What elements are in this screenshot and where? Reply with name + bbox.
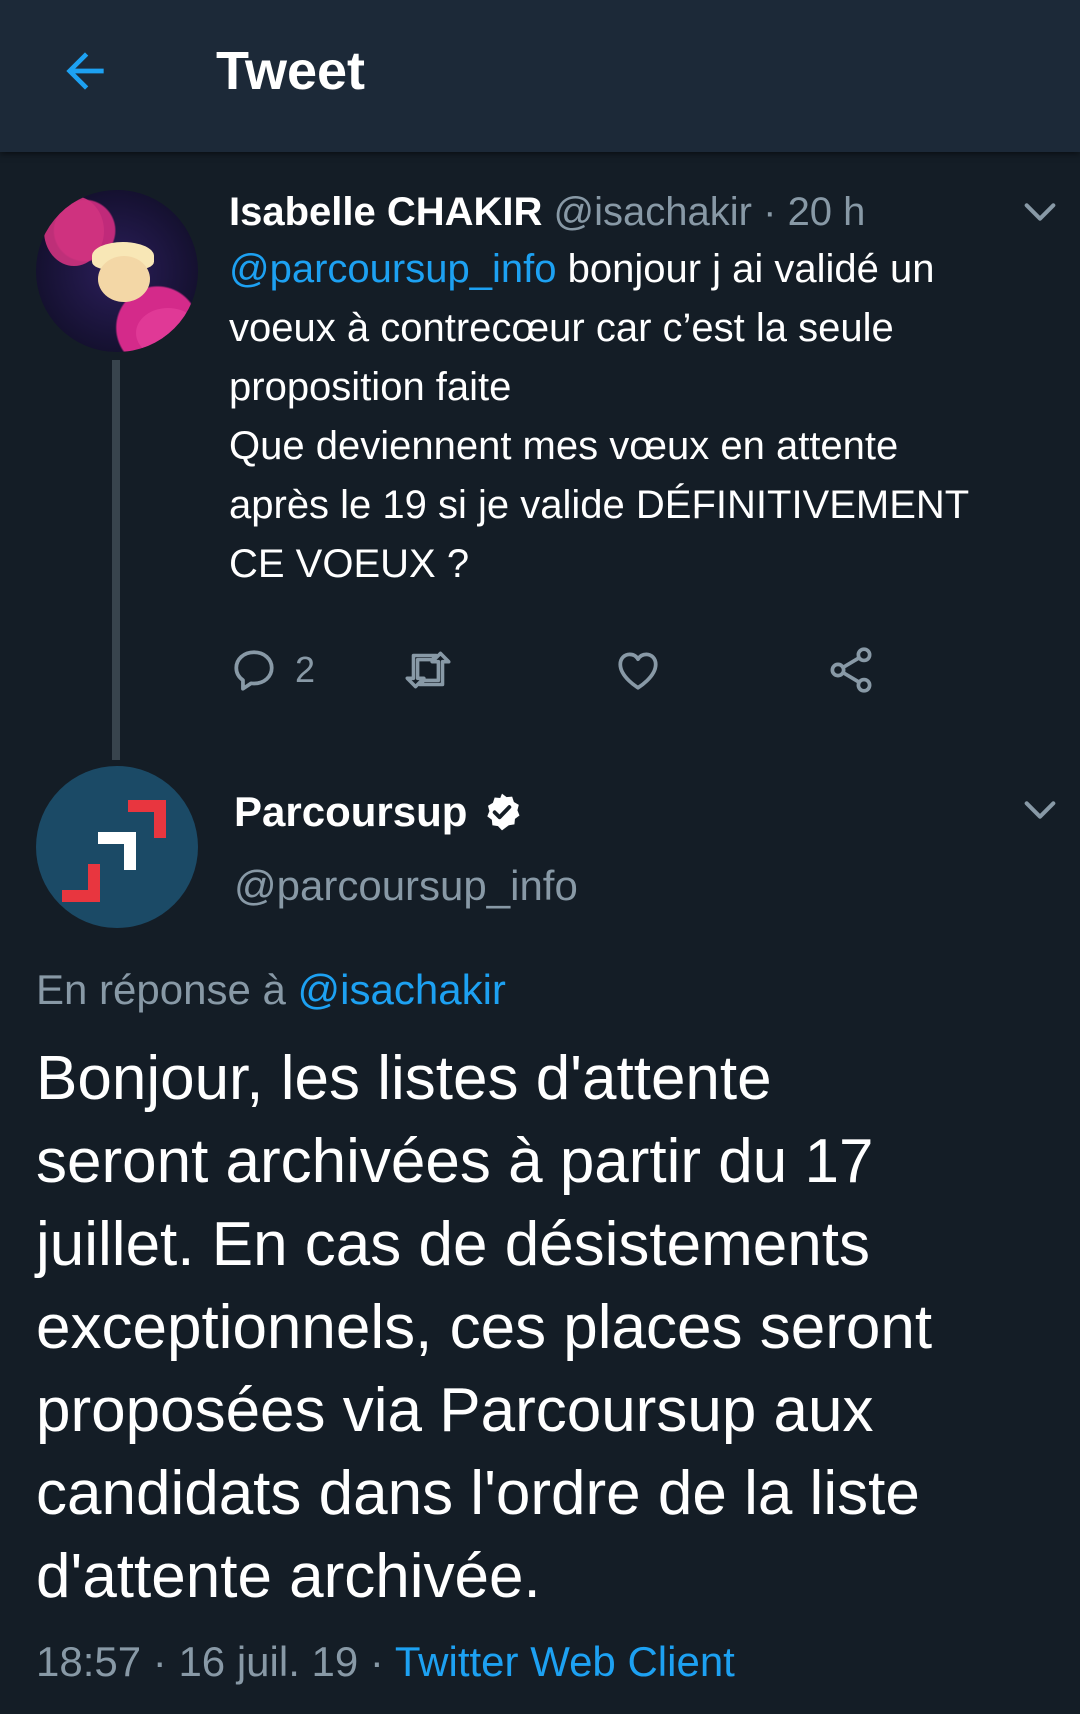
- tweet-time: 18:57: [36, 1638, 142, 1685]
- chevron-down-icon: [1024, 801, 1056, 819]
- reply-prefix: En réponse à: [36, 966, 286, 1013]
- share-icon: [830, 647, 872, 693]
- tweet-text-line: juillet. En cas de désistements: [36, 1210, 870, 1279]
- tweet-actions: 2: [229, 640, 949, 700]
- separator: ·: [152, 1638, 167, 1685]
- tweet-text-line: proposition faite: [229, 365, 512, 409]
- reply-handle-link[interactable]: @isachakir: [298, 966, 506, 1013]
- tweet-text-line: exceptionnels, ces places seront: [36, 1293, 933, 1362]
- tweet-date: 16 juil. 19: [178, 1638, 359, 1685]
- tweet-text-line: seront archivées à partir du 17: [36, 1127, 874, 1196]
- parcoursup-logo: [62, 800, 166, 902]
- reply-context: En réponse à @isachakir: [36, 960, 506, 1020]
- tweet-text-line: candidats dans l'ordre de la liste: [36, 1459, 920, 1528]
- tweet-text-line: voeux à contrecœur car c’est la seule: [229, 306, 894, 350]
- share-button[interactable]: [825, 640, 877, 700]
- separator: ·: [763, 190, 777, 234]
- verified-badge-icon: [481, 791, 523, 833]
- separator: ·: [369, 1638, 384, 1685]
- avatar[interactable]: [36, 766, 198, 928]
- client-link[interactable]: Twitter Web Client: [395, 1638, 735, 1685]
- author-name[interactable]: Parcoursup: [234, 782, 467, 842]
- reply-count: 2: [295, 649, 316, 690]
- tweet-menu-button[interactable]: [1012, 782, 1068, 838]
- top-bar: Tweet: [0, 0, 1080, 152]
- chevron-down-icon: [1024, 203, 1056, 221]
- author-name[interactable]: Isabelle CHAKIR: [229, 190, 542, 234]
- thread-line: [112, 360, 120, 760]
- tweet-text-line: bonjour j ai validé un: [567, 247, 935, 291]
- tweet-text-line: d'attente archivée.: [36, 1542, 541, 1611]
- author-name-row: Parcoursup: [234, 782, 523, 842]
- reply-icon: [234, 650, 274, 691]
- tweet-meta: 18:57 · 16 juil. 19 · Twitter Web Client: [36, 1632, 735, 1692]
- author-handle[interactable]: @parcoursup_info: [234, 856, 578, 916]
- retweet-icon: [405, 651, 451, 689]
- arrow-left-icon: [66, 52, 104, 90]
- page-title: Tweet: [216, 41, 366, 101]
- like-button[interactable]: [613, 640, 663, 700]
- tweet-text: Bonjour, les listes d'attente seront arc…: [36, 1037, 1046, 1618]
- tweet-text-line: Que deviennent mes vœux en attente: [229, 424, 899, 468]
- avatar[interactable]: [36, 190, 198, 352]
- heart-icon: [618, 652, 658, 690]
- tweet-text: @parcoursup_info bonjour j ai validé un …: [229, 240, 1049, 594]
- tweet-menu-button[interactable]: [1012, 184, 1068, 240]
- tweet-text-line: CE VOEUX ?: [229, 542, 470, 586]
- reply-button[interactable]: 2: [229, 640, 315, 700]
- tweet-header: Isabelle CHAKIR @isachakir · 20 h: [229, 184, 865, 240]
- tweet-time[interactable]: 20 h: [788, 190, 866, 234]
- mention-link[interactable]: @parcoursup_info: [229, 247, 556, 291]
- retweet-button[interactable]: [401, 640, 455, 700]
- back-button[interactable]: [52, 38, 118, 104]
- tweet-text-line: proposées via Parcoursup aux: [36, 1376, 874, 1445]
- tweet-text-line: après le 19 si je valide DÉFINITIVEMENT: [229, 483, 970, 527]
- tweet-text-line: Bonjour, les listes d'attente: [36, 1044, 772, 1113]
- author-handle[interactable]: @isachakir: [554, 190, 752, 234]
